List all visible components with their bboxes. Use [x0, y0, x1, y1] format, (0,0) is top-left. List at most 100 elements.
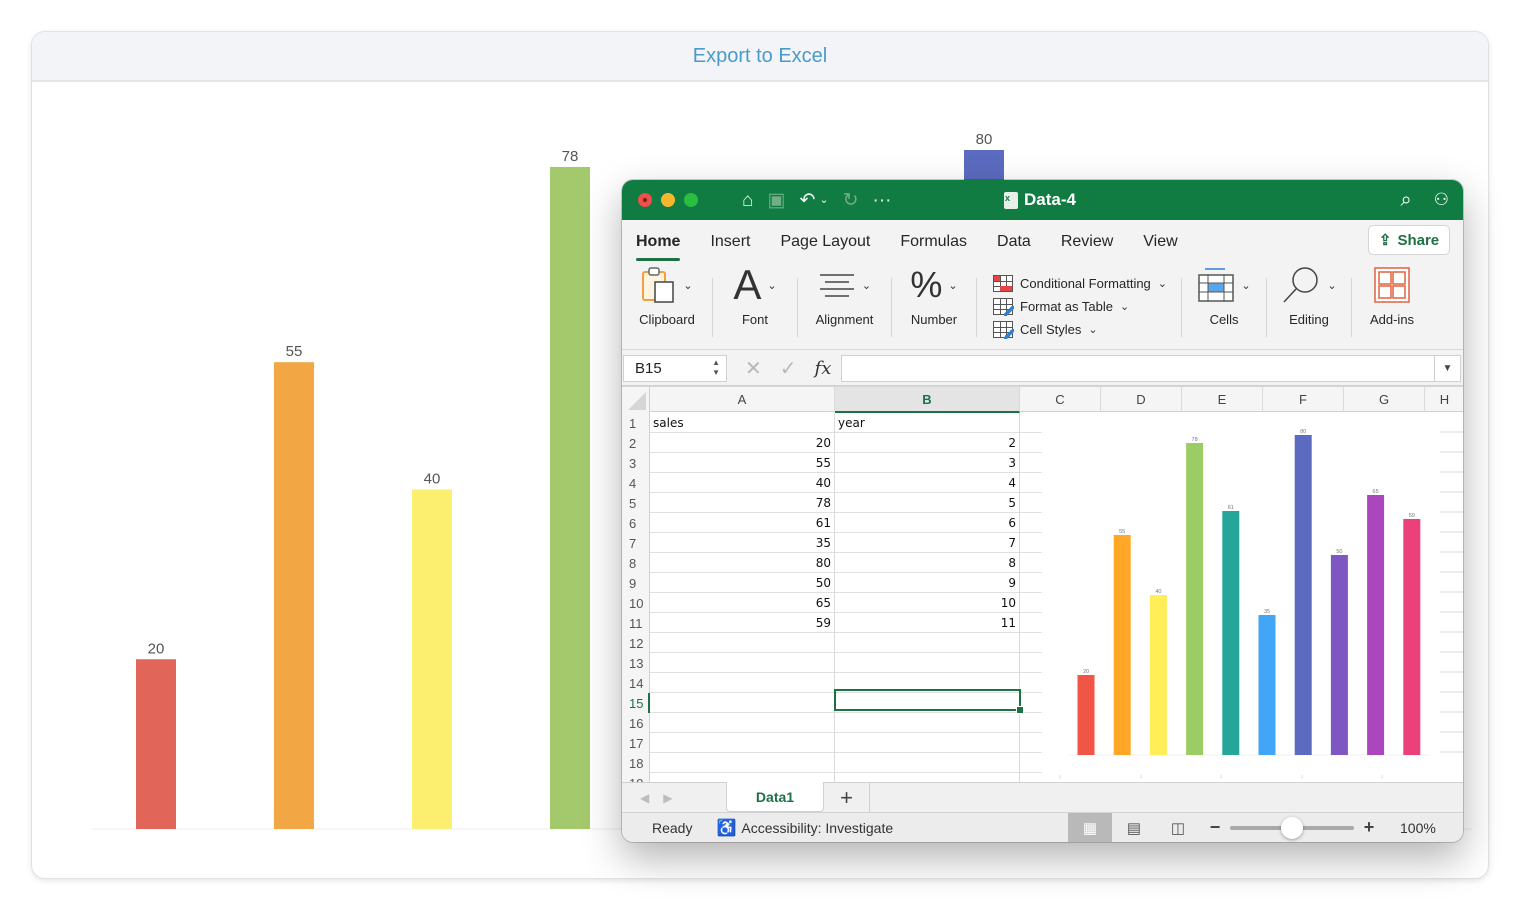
minimize-window-button[interactable]	[661, 193, 675, 207]
page-break-view-icon[interactable]: ◫	[1156, 813, 1200, 842]
zoom-out-button[interactable]: −	[1208, 817, 1222, 838]
font-group[interactable]: A ⌄ Font	[713, 264, 797, 349]
cancel-icon[interactable]: ✕	[745, 356, 762, 381]
cell-a[interactable]: 40	[650, 473, 835, 493]
row-header[interactable]: 2	[622, 433, 650, 453]
cell-b[interactable]: 2	[835, 433, 1020, 453]
name-box-stepper-icon[interactable]: ▲ ▼	[712, 358, 720, 378]
bar-5[interactable]	[550, 166, 590, 830]
cell-a[interactable]	[650, 753, 835, 773]
cell-b[interactable]: 3	[835, 453, 1020, 473]
share-button[interactable]: ⇪ Share	[1368, 225, 1450, 255]
column-header-f[interactable]: F	[1263, 387, 1344, 412]
cell-b[interactable]: 7	[835, 533, 1020, 553]
cell-styles-button[interactable]: Cell Styles ⌄	[993, 321, 1167, 339]
row-header[interactable]: 19	[622, 773, 650, 782]
page-layout-view-icon[interactable]: ▤	[1112, 813, 1156, 842]
cell-a[interactable]: 55	[650, 453, 835, 473]
cell-b[interactable]: year	[835, 413, 1020, 433]
row-header[interactable]: 13	[622, 653, 650, 673]
name-box[interactable]: B15 ▲ ▼	[623, 355, 727, 382]
row-header[interactable]: 18	[622, 753, 650, 773]
tab-home[interactable]: Home	[636, 229, 681, 261]
home-icon[interactable]: ⌂	[742, 191, 753, 210]
close-window-button[interactable]	[638, 193, 652, 207]
bar-4[interactable]	[412, 489, 452, 830]
worksheet-grid[interactable]: ABCDEFGH 1 sales year 2 20 2 3 55 3 4 40 4 5 78 5 6 61 6 7…	[622, 386, 1463, 782]
row-header[interactable]: 7	[622, 533, 650, 553]
cell-a[interactable]	[650, 773, 835, 782]
zoom-window-button[interactable]	[684, 193, 698, 207]
row-header[interactable]: 15	[622, 693, 650, 713]
column-header-c[interactable]: C	[1020, 387, 1101, 412]
cell-b[interactable]	[835, 713, 1020, 733]
insert-function-icon[interactable]: fx	[815, 358, 832, 379]
cell-b[interactable]	[835, 753, 1020, 773]
cell-a[interactable]	[650, 713, 835, 733]
save-icon[interactable]: ▣	[767, 191, 785, 210]
cell-b[interactable]	[835, 653, 1020, 673]
active-cell-b15[interactable]	[834, 689, 1024, 714]
row-header[interactable]: 12	[622, 633, 650, 653]
cell-b[interactable]: 5	[835, 493, 1020, 513]
cells-group[interactable]: ⌄ Cells	[1182, 264, 1266, 349]
column-header-e[interactable]: E	[1182, 387, 1263, 412]
cell-b[interactable]	[835, 633, 1020, 653]
tab-data[interactable]: Data	[997, 229, 1031, 255]
row-header[interactable]: 5	[622, 493, 650, 513]
cell-b[interactable]: 6	[835, 513, 1020, 533]
row-header[interactable]: 1	[622, 413, 650, 433]
zoom-in-button[interactable]: +	[1362, 817, 1376, 838]
cell-a[interactable]: 20	[650, 433, 835, 453]
enter-check-icon[interactable]: ✓	[780, 356, 797, 381]
row-header[interactable]: 4	[622, 473, 650, 493]
previous-sheet-icon[interactable]: ◀	[640, 791, 649, 805]
cell-b[interactable]: 9	[835, 573, 1020, 593]
cell-a[interactable]	[650, 733, 835, 753]
cell-b[interactable]: 4	[835, 473, 1020, 493]
tab-page-layout[interactable]: Page Layout	[780, 229, 870, 255]
next-sheet-icon[interactable]: ▶	[663, 791, 672, 805]
cell-a[interactable]: 61	[650, 513, 835, 533]
column-header-a[interactable]: A	[650, 387, 835, 412]
row-header[interactable]: 14	[622, 673, 650, 693]
column-header-b[interactable]: B	[835, 387, 1020, 413]
zoom-slider[interactable]	[1230, 816, 1354, 839]
embedded-chart-image[interactable]: 20 55 40 78 61 35 80 50 65 59	[1040, 413, 1463, 779]
column-header-g[interactable]: G	[1344, 387, 1425, 412]
cell-a[interactable]	[650, 633, 835, 653]
row-header[interactable]: 9	[622, 573, 650, 593]
zoom-percentage[interactable]: 100%	[1400, 820, 1436, 836]
cell-b[interactable]	[835, 733, 1020, 753]
normal-view-icon[interactable]: ▦	[1068, 813, 1112, 842]
editing-group[interactable]: ⌄ Editing	[1267, 264, 1351, 349]
undo-icon[interactable]: ↶	[799, 191, 815, 210]
tab-review[interactable]: Review	[1061, 229, 1113, 255]
row-header[interactable]: 8	[622, 553, 650, 573]
collaborate-icon[interactable]: ⚇	[1434, 190, 1449, 210]
format-as-table-button[interactable]: Format as Table ⌄	[993, 298, 1167, 316]
zoom-slider-thumb[interactable]	[1281, 816, 1303, 839]
bar-3[interactable]	[274, 362, 314, 829]
addins-group[interactable]: Add-ins	[1352, 264, 1432, 349]
tab-view[interactable]: View	[1143, 229, 1177, 255]
select-all-button[interactable]	[622, 387, 650, 413]
cell-a[interactable]	[650, 693, 835, 713]
add-sheet-button[interactable]: +	[824, 782, 870, 813]
sheet-tab-data1[interactable]: Data1	[726, 782, 824, 812]
bar-2[interactable]	[136, 659, 176, 829]
row-header[interactable]: 17	[622, 733, 650, 753]
row-header[interactable]: 16	[622, 713, 650, 733]
tab-formulas[interactable]: Formulas	[900, 229, 967, 255]
expand-formula-bar-icon[interactable]: ▼	[1434, 356, 1460, 381]
row-header[interactable]: 6	[622, 513, 650, 533]
more-options-icon[interactable]: ···	[873, 191, 892, 210]
cell-a[interactable]: 59	[650, 613, 835, 633]
cell-b[interactable]: 11	[835, 613, 1020, 633]
cell-b[interactable]: 10	[835, 593, 1020, 613]
cell-b[interactable]: 8	[835, 553, 1020, 573]
number-group[interactable]: % ⌄ Number	[892, 264, 976, 349]
tab-insert[interactable]: Insert	[710, 229, 750, 255]
formula-input[interactable]: ▼	[841, 355, 1461, 382]
clipboard-group[interactable]: ⌄ Clipboard	[622, 264, 712, 349]
